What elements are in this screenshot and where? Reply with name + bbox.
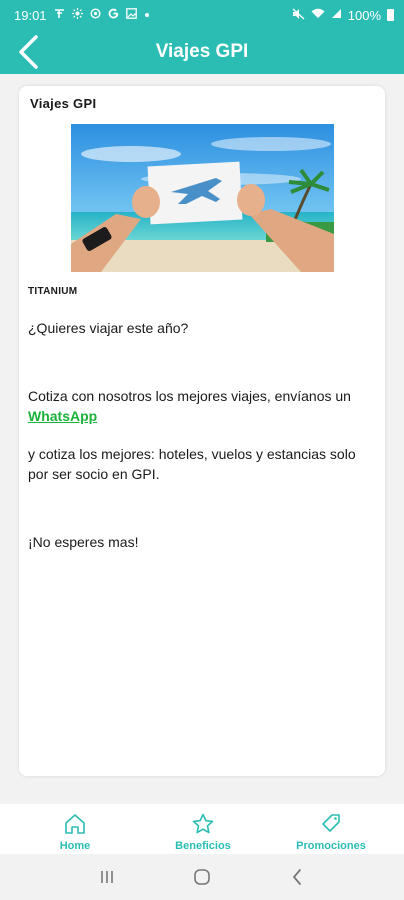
recent-apps-icon: [101, 871, 114, 883]
back-button[interactable]: [10, 34, 46, 70]
settings-icon: [71, 8, 83, 22]
card-title: Viajes GPI: [30, 96, 97, 111]
system-nav-bar: [0, 854, 404, 900]
nav-promociones[interactable]: Promociones: [286, 804, 376, 854]
status-bar: 19:01 100%: [0, 0, 404, 30]
content-card: Viajes GPI TITANIUM ¿Quieres viajar este…: [19, 86, 385, 776]
star-icon: [192, 813, 214, 834]
status-right: 100%: [292, 8, 394, 23]
battery-percent: 100%: [347, 7, 381, 23]
nav-promociones-label: Promociones: [296, 840, 366, 852]
hero-image: [71, 124, 334, 272]
home-circle-icon: [194, 869, 210, 885]
paragraph-cta: Cotiza con nosotros los mejores viajes, …: [28, 386, 373, 426]
tag-icon: [322, 814, 340, 832]
paragraph-question: ¿Quieres viajar este año?: [28, 320, 189, 336]
status-left: 19:01: [14, 8, 150, 23]
membership-tier: TITANIUM: [28, 286, 78, 297]
card-body: ¿Quieres viajar este año? Cotiza con nos…: [28, 318, 373, 552]
status-time: 19:01: [14, 7, 47, 23]
mute-icon: [292, 8, 305, 23]
recent-apps-button[interactable]: [87, 862, 127, 892]
chevron-left-icon: [19, 35, 38, 69]
back-chevron-icon: [292, 869, 301, 885]
paragraph-benefits: y cotiza los mejores: hoteles, vuelos y …: [28, 446, 356, 482]
home-system-button[interactable]: [182, 862, 222, 892]
circle-icon: [90, 8, 101, 22]
notification-icon: [54, 8, 65, 22]
google-icon: [108, 8, 119, 22]
battery-icon: [387, 9, 394, 21]
nav-home-label: Home: [59, 840, 91, 852]
dot-icon: [144, 10, 150, 21]
nav-home[interactable]: Home: [30, 804, 120, 854]
paragraph-cta-text: Cotiza con nosotros los mejores viajes, …: [28, 388, 351, 404]
nav-beneficios[interactable]: Beneficios: [158, 804, 248, 854]
nav-beneficios-label: Beneficios: [175, 840, 231, 852]
wifi-icon: [311, 8, 325, 22]
bottom-nav: Home Beneficios Promociones: [0, 804, 404, 854]
app-bar: Viajes GPI: [0, 30, 404, 74]
paragraph-closing: ¡No esperes mas!: [28, 534, 139, 550]
home-icon: [65, 814, 85, 834]
whatsapp-link[interactable]: WhatsApp: [28, 408, 97, 424]
back-system-button[interactable]: [277, 862, 317, 892]
signal-icon: [331, 8, 342, 22]
page-title: Viajes GPI: [155, 41, 249, 62]
image-icon: [125, 8, 137, 22]
